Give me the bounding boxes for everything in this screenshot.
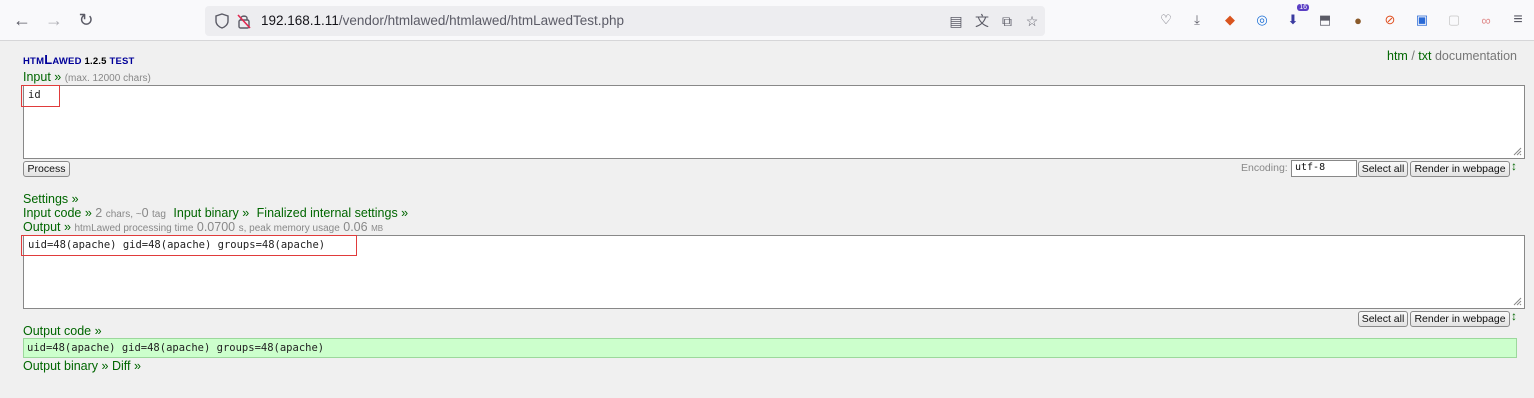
extension-badge-count: 16	[1297, 4, 1309, 11]
input-render-button[interactable]: Render in webpage	[1410, 161, 1510, 177]
forward-icon[interactable]: →	[42, 8, 66, 32]
input-expand-icon[interactable]: ↕	[1511, 159, 1517, 173]
reload-icon[interactable]: ↻	[74, 8, 98, 32]
encoding-input[interactable]: utf-8	[1291, 160, 1357, 177]
doc-sep: /	[1411, 49, 1415, 63]
input-binary-link[interactable]: Input binary »	[173, 206, 249, 220]
output-code-text: uid=48(apache) gid=48(apache) groups=48(…	[27, 342, 325, 354]
browser-toolbar: ← → ↻ 192.168.1.11/vendor/htmlawed/htmla…	[0, 0, 1534, 41]
input-select-all-button[interactable]: Select all	[1358, 161, 1408, 177]
encoding-label: Encoding:	[1241, 162, 1288, 174]
resize-grip-icon[interactable]	[1513, 147, 1522, 156]
processing-time-label: htmLawed processing time	[74, 223, 194, 234]
input-label-row: Input » (max. 12000 chars)	[23, 70, 151, 84]
translate-page-icon[interactable]: ⧉	[998, 12, 1016, 30]
output-toggle-link[interactable]: Output »	[23, 220, 71, 234]
txt-link[interactable]: txt	[1418, 49, 1431, 63]
logo-test: test	[109, 56, 135, 67]
input-highlight-box	[21, 85, 60, 107]
password-manager-icon[interactable]: ◎	[1253, 11, 1271, 29]
extensions-puzzle-icon[interactable]: ⬒	[1316, 11, 1334, 29]
insecure-lock-icon[interactable]	[235, 12, 253, 30]
block-icon[interactable]: ⊘	[1381, 11, 1399, 29]
diff-link[interactable]: Diff »	[112, 359, 141, 373]
url-bar[interactable]: 192.168.1.11/vendor/htmlawed/htmlawed/ht…	[205, 6, 1045, 36]
memory-label: s, peak memory usage	[238, 223, 340, 234]
shield-icon[interactable]	[213, 12, 231, 30]
processing-time: 0.0700	[196, 220, 236, 234]
downloads-icon[interactable]: ⤓	[1188, 11, 1206, 29]
reader-view-icon[interactable]: ▤	[947, 12, 965, 30]
url-text[interactable]: 192.168.1.11/vendor/htmlawed/htmlawed/ht…	[261, 13, 624, 28]
logo-suffix: awed	[52, 56, 82, 67]
input-code-tags-label: tag	[152, 209, 166, 220]
translate-extension-icon[interactable]: ▣	[1413, 11, 1431, 29]
input-code-link[interactable]: Input code »	[23, 206, 92, 220]
doc-links: htm / txt documentation	[1387, 49, 1517, 63]
htm-link[interactable]: htm	[1387, 49, 1408, 63]
output-binary-row: Output binary » Diff »	[23, 359, 141, 373]
output-expand-icon[interactable]: ↕	[1511, 309, 1517, 323]
link-extension-icon[interactable]: ∞	[1477, 11, 1495, 29]
input-textarea[interactable]: id	[23, 85, 1525, 159]
translate-icon[interactable]: 文	[973, 12, 991, 30]
output-select-all-button[interactable]: Select all	[1358, 311, 1408, 327]
input-code-tags: 0	[141, 206, 149, 220]
cookie-icon[interactable]: ●	[1349, 11, 1367, 29]
fox-extension-icon[interactable]: ◆	[1221, 11, 1239, 29]
peak-memory: 0.06	[343, 220, 368, 234]
input-toggle-link[interactable]: Input »	[23, 70, 61, 84]
output-code-link[interactable]: Output code »	[23, 324, 102, 338]
bookmark-star-icon[interactable]: ☆	[1023, 12, 1041, 30]
settings-link[interactable]: Settings »	[23, 192, 79, 206]
grey-extension-icon[interactable]: ▢	[1445, 11, 1463, 29]
url-host: 192.168.1.11	[261, 13, 339, 28]
output-render-button[interactable]: Render in webpage	[1410, 311, 1510, 327]
back-icon[interactable]: ←	[10, 8, 34, 32]
url-path: /vendor/htmlawed/htmlawed/htmLawedTest.p…	[338, 13, 624, 28]
input-max-note: (max. 12000 chars)	[64, 73, 151, 84]
menu-icon[interactable]: ≡	[1509, 11, 1527, 29]
documentation-label: documentation	[1434, 49, 1517, 63]
page-content: htmLawed 1.2.5 test htm / txt documentat…	[0, 41, 1534, 398]
finalized-settings-link[interactable]: Finalized internal settings »	[257, 206, 408, 220]
htmlawed-logo[interactable]: htmLawed 1.2.5 test	[23, 52, 135, 67]
logo-prefix: htm	[23, 56, 45, 67]
memory-unit: MB	[371, 224, 384, 233]
pocket-icon[interactable]: ♡	[1157, 11, 1175, 29]
input-code-row: Input code » 2 chars, ~0 tag Input binar…	[23, 206, 408, 220]
output-code-box: uid=48(apache) gid=48(apache) groups=48(…	[23, 338, 1517, 358]
output-highlight-box	[21, 235, 357, 256]
logo-version: 1.2.5	[84, 56, 107, 67]
input-code-chars: 2	[95, 206, 103, 220]
output-binary-link[interactable]: Output binary »	[23, 359, 108, 373]
extension-badge-icon[interactable]: ⬇ 16	[1284, 4, 1309, 29]
output-resize-grip-icon[interactable]	[1513, 297, 1522, 306]
process-button[interactable]: Process	[23, 161, 70, 177]
input-code-chars-label: chars, ~	[105, 209, 142, 220]
output-label-row: Output » htmLawed processing time 0.0700…	[23, 220, 383, 234]
